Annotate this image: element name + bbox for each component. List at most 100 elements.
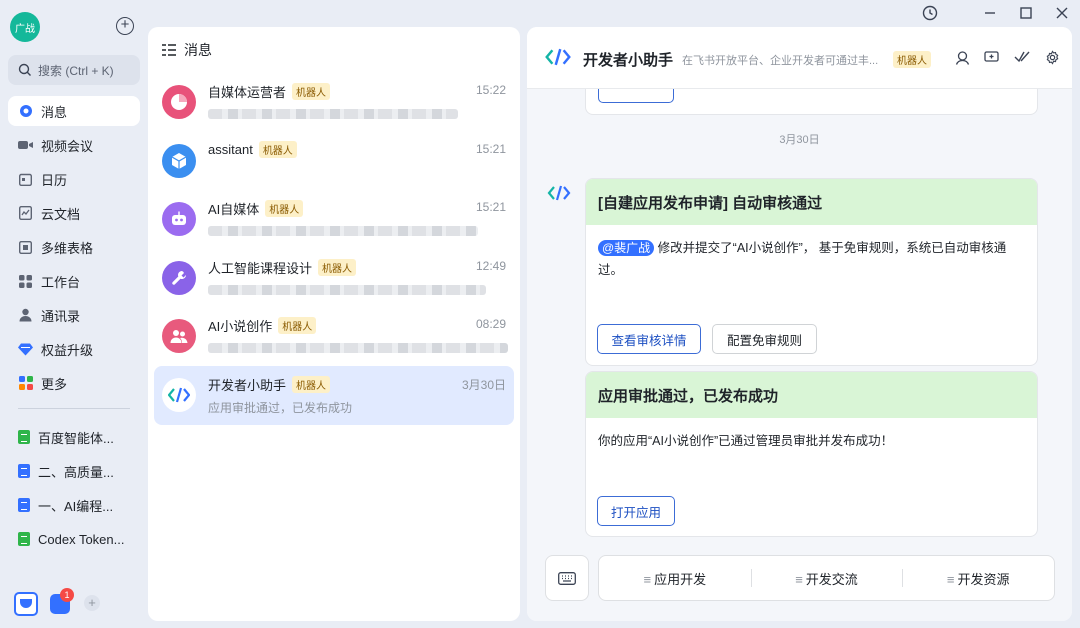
nav-item-workspace[interactable]: 工作台: [8, 266, 140, 296]
maximize-icon[interactable]: [1008, 0, 1044, 26]
cloud-doc-icon: [18, 206, 33, 221]
check-icon[interactable]: [1014, 49, 1030, 65]
robot-icon: [172, 211, 186, 226]
chat-name: AI小说创作: [208, 319, 273, 335]
add-icon[interactable]: +: [116, 17, 134, 35]
collapse-list-icon[interactable]: [162, 44, 176, 56]
chat-time: 15:21: [475, 200, 506, 215]
nav-label: 多维表格: [41, 240, 94, 256]
chat-name: 自媒体运营者: [208, 85, 287, 100]
shortcut-item[interactable]: 一、AI编程...: [8, 490, 140, 520]
keyboard-icon: [558, 571, 576, 585]
chat-item[interactable]: AI小说创作 机器人 08:29: [154, 307, 514, 366]
chat-name: 人工智能课程设计: [208, 260, 313, 276]
nav-item-contacts[interactable]: 通讯录: [8, 300, 140, 330]
nav-list: 消息 视频会议 日历 云文档 多维表格 工作台 通讯录 权益升级 更多: [8, 96, 140, 402]
previous-card-fragment: [585, 89, 1038, 115]
quick-menu-label: 开发资源: [957, 571, 1010, 587]
chat-name-row: AI小说创作 机器人: [208, 316, 317, 335]
search-input[interactable]: 搜索 (Ctrl + K): [8, 55, 140, 85]
menu-prefix: ≡: [795, 571, 803, 587]
view-review-button[interactable]: 查看审核详情: [597, 324, 701, 354]
quick-menu-dev-resources[interactable]: ≡ 开发资源: [902, 568, 1054, 588]
nav-label: 视频会议: [41, 138, 94, 154]
app-window: 广战 + 搜索 (Ctrl + K) 消息 视频会议 日历 云文档 多维表格 工…: [0, 0, 1080, 628]
nav-item-docs[interactable]: 云文档: [8, 198, 140, 228]
chat-name-row: assitant 机器人: [208, 140, 297, 158]
nav-item-messages[interactable]: 消息: [8, 96, 140, 126]
quick-menu-label: 开发交流: [805, 571, 858, 587]
nav-item-video[interactable]: 视频会议: [8, 130, 140, 160]
robot-tag: 机器人: [893, 51, 931, 68]
chat-name: AI自媒体: [208, 202, 260, 218]
nav-label: 通讯录: [41, 308, 81, 324]
chat-item[interactable]: 人工智能课程设计 机器人 12:49: [154, 249, 514, 308]
pie-chart-icon: [171, 94, 187, 110]
robot-tag: 机器人: [292, 83, 331, 100]
chat-name: 开发者小助手: [208, 377, 287, 393]
doc-icon: [18, 498, 30, 512]
chat-item[interactable]: 自媒体运营者 机器人 15:22: [154, 73, 514, 132]
chat-time: 12:49: [475, 258, 506, 273]
dev-helper-icon: [545, 48, 571, 69]
chat-time: 15:22: [475, 83, 506, 97]
app-shortcut-icon[interactable]: [14, 592, 38, 616]
chat-title: 开发者小助手: [583, 52, 674, 69]
chat-header: 开发者小助手 在飞书开放平台、企业开发者可通过丰... 机器人: [527, 27, 1072, 89]
minimize-icon[interactable]: [972, 0, 1008, 26]
add-to-chat-icon[interactable]: [984, 49, 1000, 65]
settings-icon[interactable]: [1044, 49, 1060, 65]
dev-helper-icon: [547, 185, 571, 204]
member-icon[interactable]: [954, 49, 970, 65]
user-mention[interactable]: @裴广战: [598, 240, 655, 256]
quick-menu-dev-exchange[interactable]: ≡ 开发交流: [750, 568, 903, 588]
chat-name-row: 开发者小助手 机器人: [208, 375, 331, 394]
doc-icon: [18, 464, 30, 478]
blurred-preview: [208, 226, 478, 237]
chat-item[interactable]: assitant 机器人 15:21: [154, 132, 514, 191]
shortcut-item[interactable]: 二、高质量...: [8, 456, 140, 486]
chat-header-actions: [954, 49, 1060, 65]
quick-menu-label: 应用开发: [654, 571, 707, 587]
chat-item-selected[interactable]: 开发者小助手 机器人 3月30日 应用审批通过，已发布成功: [154, 365, 514, 425]
nav-item-more[interactable]: 更多: [8, 368, 140, 398]
menu-prefix: ≡: [946, 571, 955, 587]
search-placeholder: 搜索 (Ctrl + K): [38, 63, 114, 78]
robot-tag: 机器人: [265, 200, 304, 218]
add-shortcut-icon[interactable]: +: [84, 595, 100, 611]
chat-name-row: 人工智能课程设计 机器人: [208, 258, 357, 277]
nav-item-upgrade[interactable]: 权益升级: [8, 334, 140, 364]
close-icon[interactable]: [1044, 0, 1080, 26]
chat-list-header: 消息: [162, 39, 212, 61]
chat-items: 自媒体运营者 机器人 15:22 assitant 机器人 15:21 AI自媒…: [154, 73, 514, 425]
chat-avatar: [162, 202, 196, 237]
nav-divider: [18, 408, 130, 409]
message-icon: [18, 104, 33, 119]
nav-item-calendar[interactable]: 日历: [8, 164, 140, 194]
chat-avatar: [162, 85, 196, 119]
composer: ≡ 应用开发 ≡ 开发交流 ≡ 开发资源: [545, 555, 1055, 601]
user-avatar[interactable]: 广战: [10, 12, 40, 42]
card-body: 你的应用“AI小说创作”已通过管理员审批并发布成功！: [586, 418, 1037, 452]
shortcut-label: 一、AI编程...: [38, 498, 114, 514]
notification-badge: 1: [60, 588, 74, 602]
previous-card-button[interactable]: [598, 89, 674, 103]
card-text: 你的应用“AI小说创作”已通过管理员审批并发布成功！: [598, 434, 894, 448]
nav-label: 日历: [41, 172, 68, 188]
open-app-button[interactable]: 打开应用: [597, 496, 675, 526]
nav-item-base[interactable]: 多维表格: [8, 232, 140, 262]
chat-item[interactable]: AI自媒体 机器人 15:21: [154, 190, 514, 249]
history-icon[interactable]: [912, 0, 948, 26]
dev-helper-icon: [168, 387, 190, 403]
chat-avatar: [162, 319, 196, 354]
configure-rules-button[interactable]: 配置免审规则: [712, 324, 817, 354]
sidebar-top: 广战 +: [10, 12, 138, 44]
shortcut-item[interactable]: Codex Token...: [8, 524, 140, 554]
blurred-preview: [208, 109, 458, 119]
keyboard-button[interactable]: [545, 555, 589, 601]
window-controls: [912, 0, 1080, 26]
quick-menu-app-dev[interactable]: ≡ 应用开发: [599, 569, 751, 588]
sheet-doc-icon: [18, 532, 30, 546]
shortcut-item[interactable]: 百度智能体...: [8, 422, 140, 452]
sidebar: 广战 + 搜索 (Ctrl + K) 消息 视频会议 日历 云文档 多维表格 工…: [0, 0, 148, 628]
